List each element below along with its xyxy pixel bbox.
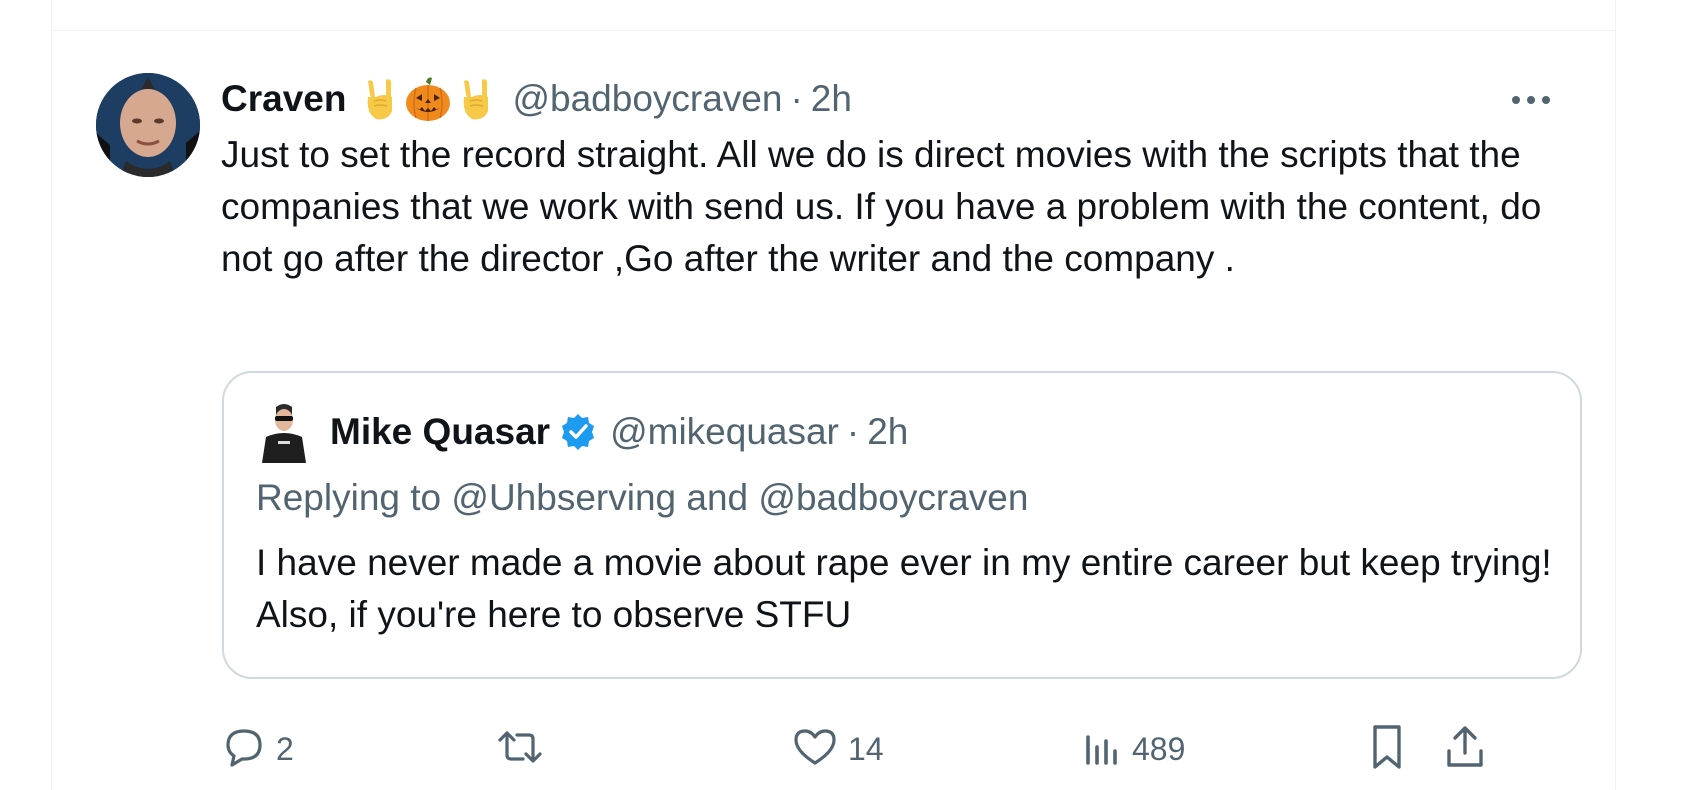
quoted-display-name[interactable]: Mike Quasar	[330, 411, 550, 453]
retweet-icon	[496, 725, 544, 774]
views-button[interactable]: 489	[1082, 721, 1185, 777]
tweet[interactable]: Craven @badboycraven · 2h Just to set th…	[52, 31, 1615, 790]
like-count: 14	[848, 730, 884, 767]
share-button[interactable]	[1443, 721, 1487, 777]
author-handle[interactable]: @badboycraven	[512, 78, 782, 120]
share-icon	[1443, 723, 1487, 776]
mention-link[interactable]: @badboycraven	[758, 477, 1028, 518]
bookmark-icon	[1367, 723, 1407, 776]
heart-icon	[792, 725, 838, 774]
timestamp[interactable]: 2h	[811, 78, 852, 120]
author-display-name[interactable]: Craven	[221, 78, 346, 120]
like-button[interactable]: 14	[792, 721, 884, 777]
reply-count: 2	[276, 730, 294, 767]
quoted-tweet-text: I have never made a movie about rape eve…	[256, 542, 1552, 635]
quoted-tweet-card[interactable]: Mike Quasar @mikequasar · 2h Replying to…	[222, 371, 1582, 679]
bookmark-button[interactable]	[1367, 721, 1407, 777]
action-bar: 2 14 489	[222, 721, 1615, 777]
name-emojis	[362, 76, 494, 122]
jack-o-lantern-icon	[404, 76, 452, 122]
retweet-button[interactable]	[496, 721, 554, 777]
tweet-header: Craven @badboycraven · 2h	[221, 71, 852, 127]
separator-dot: ·	[846, 411, 860, 452]
quoted-avatar	[256, 401, 312, 463]
replying-prefix: Replying to	[256, 477, 452, 518]
reply-button[interactable]: 2	[222, 721, 294, 777]
sign-of-horns-icon	[458, 77, 494, 121]
verified-badge-icon	[558, 412, 598, 452]
quoted-timestamp: 2h	[867, 411, 909, 452]
feed-column: Craven @badboycraven · 2h Just to set th…	[51, 0, 1616, 790]
avatar[interactable]	[96, 73, 200, 177]
more-dots-icon	[1511, 92, 1551, 110]
separator-dot: ·	[790, 78, 803, 119]
replying-to-line: Replying to @Uhbserving and @badboycrave…	[256, 477, 1028, 519]
sign-of-horns-icon	[362, 77, 398, 121]
quoted-tweet-header: Mike Quasar @mikequasar · 2h	[256, 401, 908, 463]
tweet-text: Just to set the record straight. All we …	[221, 134, 1542, 279]
analytics-icon	[1082, 725, 1122, 774]
replying-joiner: and	[676, 477, 759, 518]
reply-icon	[222, 725, 266, 774]
mention-link[interactable]: @Uhbserving	[451, 477, 676, 518]
more-options-button[interactable]	[1509, 89, 1553, 113]
views-count: 489	[1132, 730, 1186, 767]
quoted-handle[interactable]: @mikequasar	[610, 411, 839, 453]
